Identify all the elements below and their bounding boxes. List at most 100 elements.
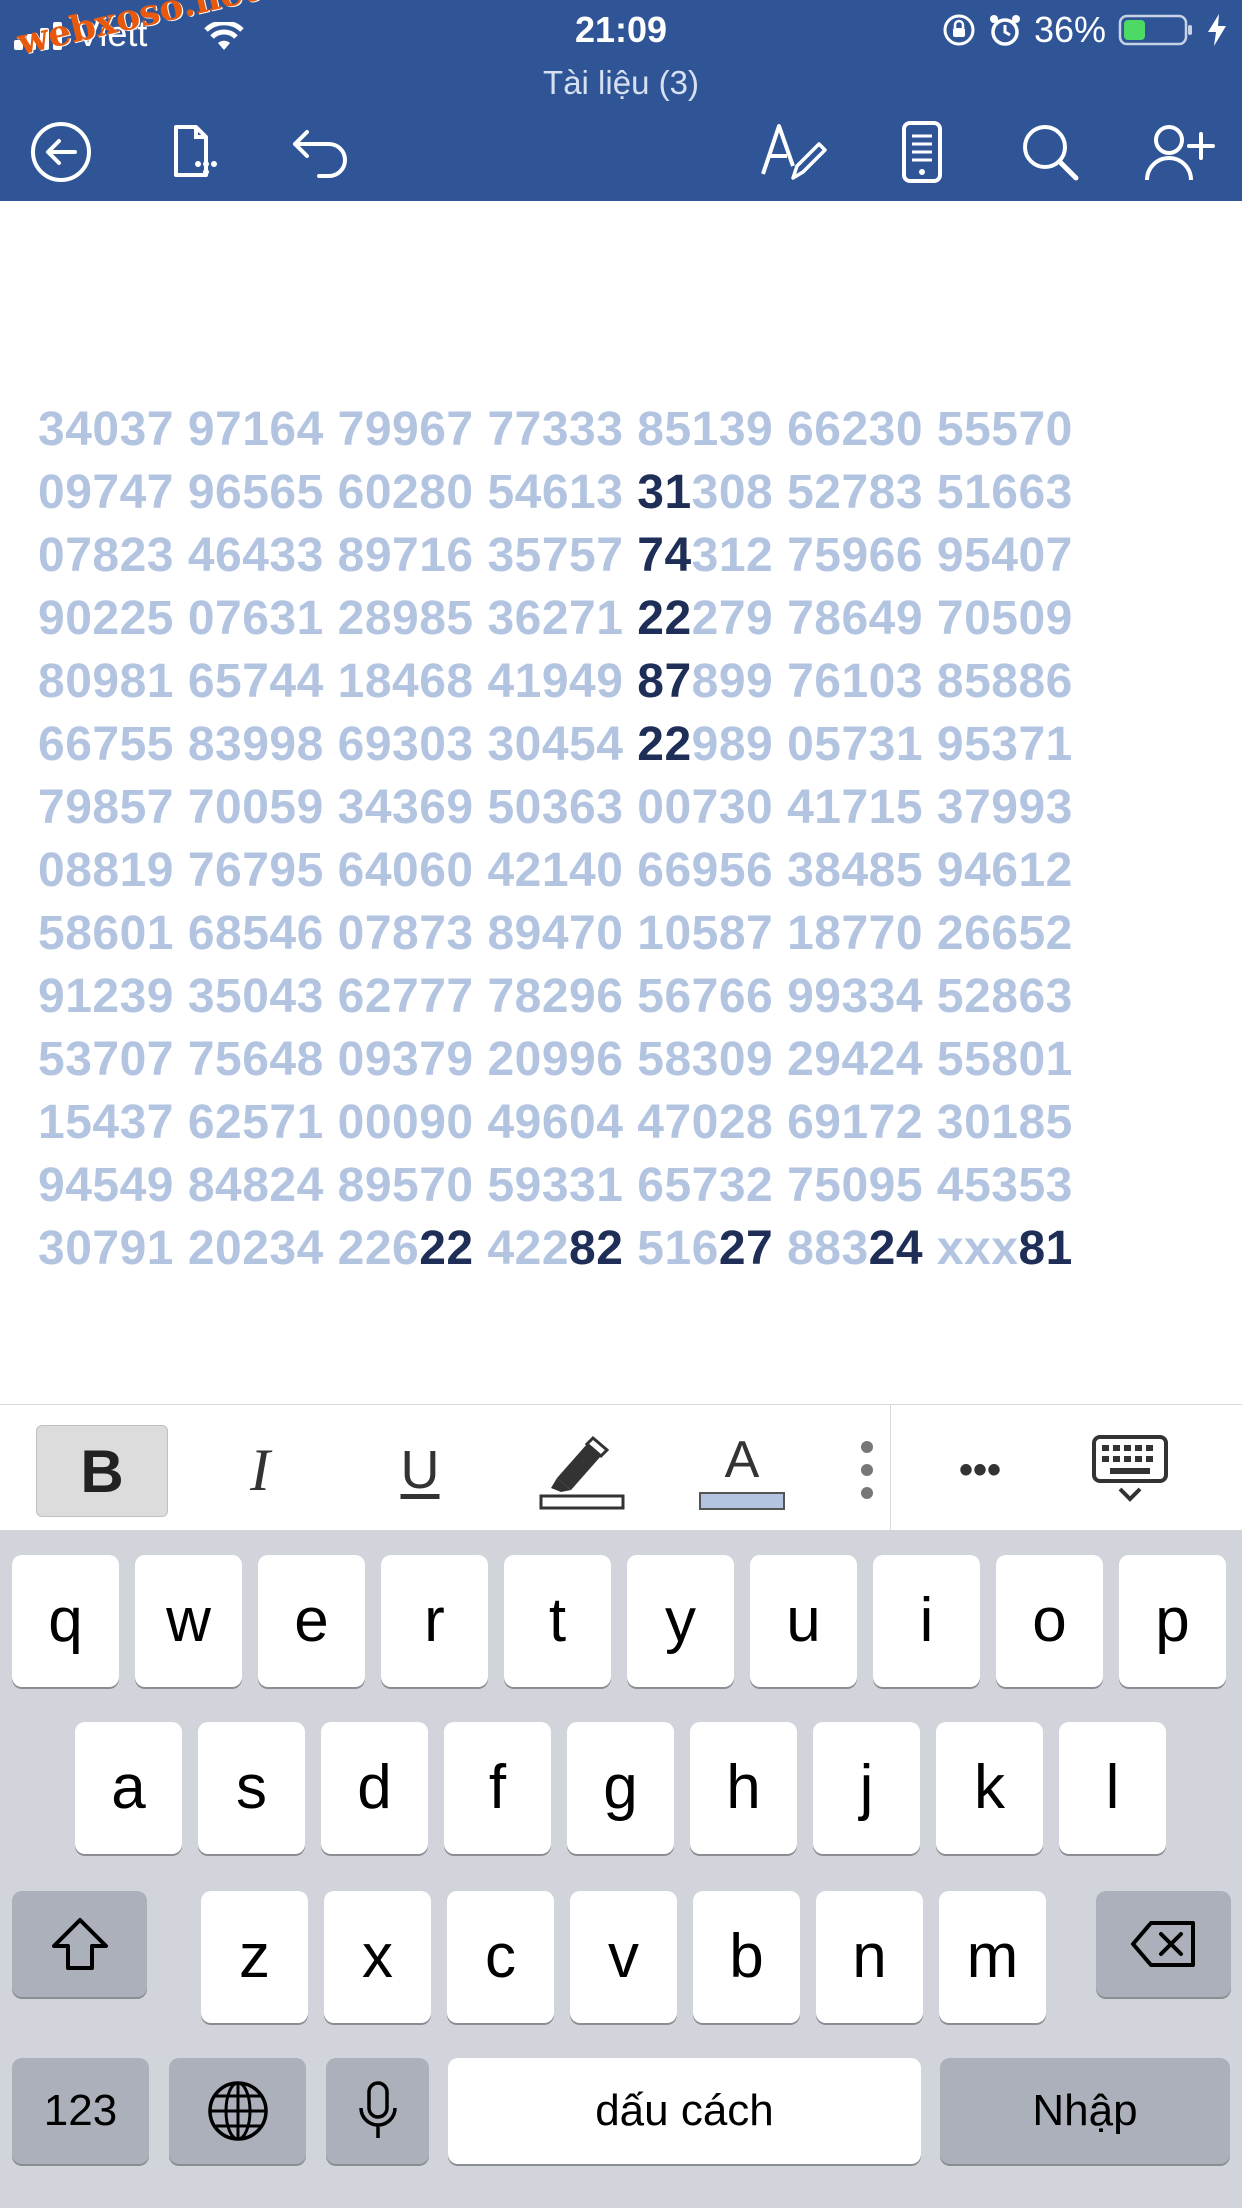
mobile-view-button[interactable] xyxy=(886,116,958,188)
document-body[interactable]: 34037 97164 79967 77333 85139 66230 5557… xyxy=(38,398,1218,1280)
search-icon xyxy=(1023,125,1079,181)
share-button[interactable] xyxy=(1143,116,1215,188)
key-label: h xyxy=(726,1753,761,1822)
hide-keyboard-button[interactable] xyxy=(1080,1425,1180,1515)
key-c[interactable]: c xyxy=(447,1891,554,2023)
highlighter-icon xyxy=(539,1435,625,1510)
text-segment: 516 xyxy=(623,1222,719,1275)
document-line: 07823 46433 89716 35757 74312 75966 9540… xyxy=(38,524,1218,587)
share-add-person-icon xyxy=(1145,125,1215,181)
back-button[interactable] xyxy=(25,116,97,188)
text-segment: 422 xyxy=(473,1222,570,1275)
mobile-view-icon xyxy=(902,121,942,183)
key-label: w xyxy=(166,1586,211,1655)
key-n[interactable]: n xyxy=(816,1891,923,2023)
key-label: r xyxy=(424,1586,445,1655)
key-label: q xyxy=(48,1586,83,1655)
key-i[interactable]: i xyxy=(873,1555,980,1687)
key-a[interactable]: a xyxy=(75,1722,182,1854)
numbers-key[interactable]: 123 xyxy=(12,2058,149,2164)
document-line: 66755 83998 69303 30454 22989 05731 9537… xyxy=(38,713,1218,776)
key-w[interactable]: w xyxy=(135,1555,242,1687)
key-k[interactable]: k xyxy=(936,1722,1043,1854)
search-button[interactable] xyxy=(1014,116,1086,188)
key-d[interactable]: d xyxy=(321,1722,428,1854)
highlight-button[interactable] xyxy=(530,1425,630,1515)
vertical-dots-icon xyxy=(861,1441,873,1499)
key-q[interactable]: q xyxy=(12,1555,119,1687)
text-segment: 312 75966 95407 xyxy=(691,529,1073,582)
app-header: Viett webxoso.net 21:09 36% Tài liệu (3) xyxy=(0,0,1242,201)
document-line: 15437 62571 00090 49604 47028 69172 3018… xyxy=(38,1091,1218,1154)
highlighted-digits: 87 xyxy=(637,655,692,708)
key-x[interactable]: x xyxy=(324,1891,431,2023)
text-segment: 279 78649 70509 xyxy=(691,592,1073,645)
back-icon xyxy=(31,122,91,182)
file-menu-icon xyxy=(174,125,217,177)
key-s[interactable]: s xyxy=(198,1722,305,1854)
key-label: u xyxy=(786,1586,821,1655)
key-b[interactable]: b xyxy=(693,1891,800,2023)
space-key[interactable]: dấu cách xyxy=(448,2058,921,2164)
highlighted-digits: 24 xyxy=(868,1222,924,1275)
font-color-swatch xyxy=(699,1492,785,1510)
key-label: p xyxy=(1155,1586,1190,1655)
text-segment: xxx xyxy=(923,1222,1019,1275)
document-line: 80981 65744 18468 41949 87899 76103 8588… xyxy=(38,650,1218,713)
delete-key[interactable] xyxy=(1096,1891,1231,1997)
globe-key[interactable] xyxy=(169,2058,306,2164)
toolbar-overflow-handle[interactable] xyxy=(852,1425,882,1515)
key-label: d xyxy=(357,1753,392,1822)
key-g[interactable]: g xyxy=(567,1722,674,1854)
key-u[interactable]: u xyxy=(750,1555,857,1687)
key-label: a xyxy=(111,1753,146,1822)
battery-icon xyxy=(1118,14,1192,46)
key-m[interactable]: m xyxy=(939,1891,1046,2023)
text-segment: 308 52783 51663 xyxy=(691,466,1073,519)
text-segment: 94549 84824 89570 59331 65732 75095 4535… xyxy=(38,1159,1073,1212)
space-key-label: dấu cách xyxy=(595,2086,774,2135)
key-h[interactable]: h xyxy=(690,1722,797,1854)
return-key[interactable]: Nhập xyxy=(940,2058,1230,2164)
key-z[interactable]: z xyxy=(201,1891,308,2023)
backspace-icon xyxy=(1130,1921,1195,1967)
highlighted-digits: 82 xyxy=(569,1222,624,1275)
highlighted-digits: 22 xyxy=(419,1222,474,1275)
key-label: e xyxy=(294,1586,329,1655)
key-r[interactable]: r xyxy=(381,1555,488,1687)
shift-key[interactable] xyxy=(12,1891,147,1997)
key-l[interactable]: l xyxy=(1059,1722,1166,1854)
document-line: 53707 75648 09379 20996 58309 29424 5580… xyxy=(38,1028,1218,1091)
font-color-button[interactable]: A xyxy=(692,1425,792,1515)
text-segment: 90225 07631 28985 36271 xyxy=(38,592,638,645)
document-line: 94549 84824 89570 59331 65732 75095 4535… xyxy=(38,1154,1218,1217)
font-color-letter: A xyxy=(724,1431,760,1489)
key-v[interactable]: v xyxy=(570,1891,677,2023)
undo-icon xyxy=(293,130,347,178)
document-line: 09747 96565 60280 54613 31308 52783 5166… xyxy=(38,461,1218,524)
charging-bolt-icon xyxy=(1208,14,1226,46)
more-options-button[interactable]: ••• xyxy=(930,1425,1030,1515)
italic-button[interactable]: I xyxy=(210,1425,310,1515)
key-j[interactable]: j xyxy=(813,1722,920,1854)
undo-button[interactable] xyxy=(285,116,357,188)
highlighted-digits: 31 xyxy=(637,466,692,519)
key-label: x xyxy=(362,1922,393,1991)
text-segment: 53707 75648 09379 20996 58309 29424 5580… xyxy=(38,1033,1073,1086)
key-t[interactable]: t xyxy=(504,1555,611,1687)
text-segment: 66755 83998 69303 30454 xyxy=(38,718,638,771)
bold-button[interactable]: B xyxy=(36,1425,168,1517)
dictation-key[interactable] xyxy=(326,2058,429,2164)
key-label: i xyxy=(919,1586,934,1655)
key-label: l xyxy=(1105,1753,1120,1822)
key-label: c xyxy=(485,1922,516,1991)
key-y[interactable]: y xyxy=(627,1555,734,1687)
underline-button[interactable]: U xyxy=(370,1425,470,1515)
key-p[interactable]: p xyxy=(1119,1555,1226,1687)
key-o[interactable]: o xyxy=(996,1555,1103,1687)
file-menu-button[interactable] xyxy=(158,116,230,188)
key-label: n xyxy=(852,1922,887,1991)
key-f[interactable]: f xyxy=(444,1722,551,1854)
edit-button[interactable] xyxy=(757,116,829,188)
key-e[interactable]: e xyxy=(258,1555,365,1687)
